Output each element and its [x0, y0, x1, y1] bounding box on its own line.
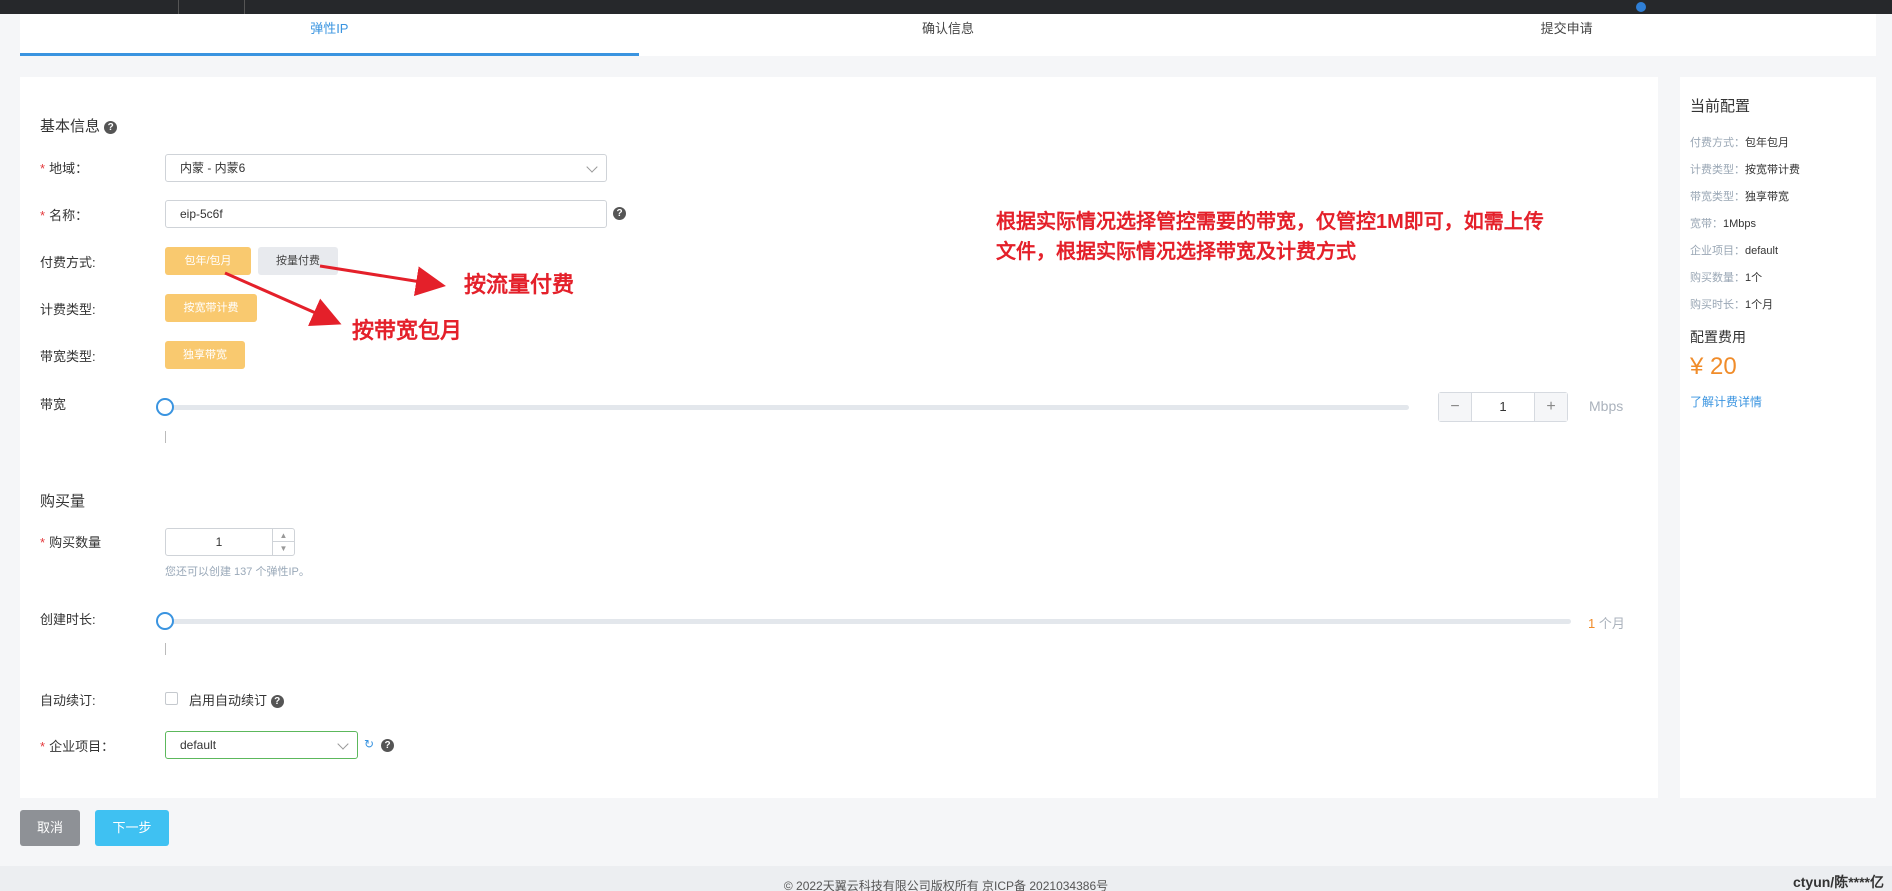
current-config-title: 当前配置 — [1690, 98, 1751, 115]
config-key: 购买时长： — [1690, 299, 1745, 311]
fee-title: 配置费用 — [1690, 329, 1746, 345]
notification-icon[interactable] — [1636, 2, 1646, 12]
config-row-bandwidth: 宽带：1Mbps — [1690, 211, 1866, 238]
current-config-panel: 当前配置 付费方式：包年包月 计费类型：按宽带计费 带宽类型：独享带宽 宽带：1… — [1680, 77, 1876, 798]
footer-text: © 2022天翼云科技有限公司版权所有 京ICP备 2021034386号 — [783, 879, 1109, 891]
config-key: 企业项目： — [1690, 245, 1745, 257]
top-navbar — [0, 0, 1892, 14]
config-row-pay: 付费方式：包年包月 — [1690, 130, 1866, 157]
config-key: 计费类型： — [1690, 164, 1745, 176]
billing-details-link[interactable]: 了解计费详情 — [1690, 393, 1866, 410]
config-value: 1个月 — [1745, 299, 1774, 311]
price: ¥ 20 — [1690, 353, 1737, 380]
config-key: 带宽类型： — [1690, 191, 1745, 203]
navbar-divider — [178, 0, 179, 14]
config-key: 宽带： — [1690, 218, 1723, 230]
next-button[interactable]: 下一步 — [95, 810, 169, 846]
arrow-to-monthly-option — [224, 271, 342, 327]
user-watermark: ctyun/陈****亿 — [1792, 874, 1884, 890]
config-value: 1Mbps — [1723, 218, 1757, 230]
cancel-button[interactable]: 取消 — [20, 810, 80, 846]
config-value: 包年包月 — [1745, 137, 1789, 149]
config-row-duration: 购买时长：1个月 — [1690, 292, 1866, 319]
config-row-project: 企业项目：default — [1690, 238, 1866, 265]
config-row-billing: 计费类型：按宽带计费 — [1690, 157, 1866, 184]
config-value: default — [1745, 245, 1779, 257]
config-row-bw-type: 带宽类型：独享带宽 — [1690, 184, 1866, 211]
step-confirm[interactable]: 确认信息 — [639, 14, 1258, 56]
config-key: 购买数量： — [1690, 272, 1745, 284]
step-tabs: 弹性IP 确认信息 提交申请 — [20, 14, 1876, 56]
arrow-to-traffic-option — [319, 264, 446, 297]
config-form-panel: 基本信息 ? * 地域： 内蒙 - 内蒙6 * 名称： eip-5c6f ? 付费方… — [20, 77, 1658, 798]
config-value: 按宽带计费 — [1745, 164, 1800, 176]
config-value: 1个 — [1745, 272, 1763, 284]
config-row-quantity: 购买数量：1个 — [1690, 265, 1866, 292]
step-eip[interactable]: 弹性IP — [20, 14, 639, 56]
navbar-divider — [244, 0, 245, 14]
config-key: 付费方式： — [1690, 137, 1745, 149]
config-value: 独享带宽 — [1745, 191, 1789, 203]
annotation-arrows — [224, 264, 446, 327]
step-submit[interactable]: 提交申请 — [1257, 14, 1876, 56]
